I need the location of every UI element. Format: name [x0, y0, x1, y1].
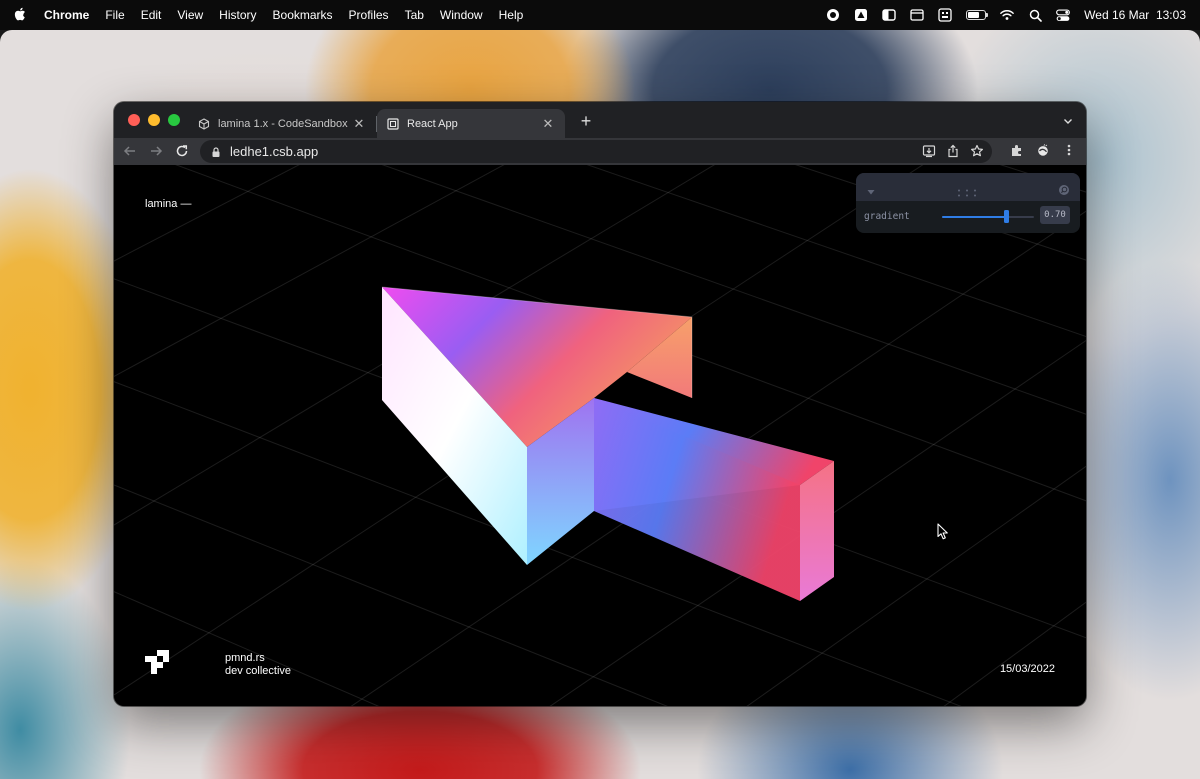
footer-site[interactable]: pmnd.rs: [225, 652, 291, 665]
fullscreen-window-button[interactable]: [168, 114, 180, 126]
toolbar-right-actions: [1010, 143, 1076, 157]
minimize-window-button[interactable]: [148, 114, 160, 126]
install-icon[interactable]: [922, 144, 936, 158]
react-favicon: [387, 117, 399, 130]
share-icon[interactable]: [946, 144, 960, 158]
gradient-slider-fill: [942, 216, 1007, 218]
menu-profiles[interactable]: Profiles: [349, 8, 389, 22]
bookmark-star-icon[interactable]: [970, 144, 984, 158]
menu-bookmarks[interactable]: Bookmarks: [273, 8, 333, 22]
gradient-value-input[interactable]: 0.70: [1040, 206, 1070, 224]
back-button[interactable]: [122, 143, 138, 159]
close-tab-icon[interactable]: ✕: [541, 116, 555, 132]
reload-button[interactable]: [174, 143, 190, 159]
lock-icon[interactable]: [210, 146, 222, 158]
controls-panel-header[interactable]: [856, 173, 1080, 201]
battery-icon[interactable]: [966, 10, 989, 20]
apple-icon[interactable]: [14, 7, 26, 24]
browser-toolbar: ledhe1.csb.app: [114, 138, 1086, 165]
tab-title: lamina 1.x - CodeSandbox: [218, 117, 348, 130]
gradient-arrow-3d: [381, 286, 834, 601]
gradient-label: gradient: [864, 211, 910, 222]
sidebar-icon[interactable]: [882, 8, 896, 22]
forward-button[interactable]: [148, 143, 164, 159]
tab-strip: lamina 1.x - CodeSandbox ✕ React App ✕ +: [114, 102, 1086, 138]
gradient-slider-thumb[interactable]: [1003, 210, 1009, 223]
menu-help[interactable]: Help: [499, 8, 524, 22]
close-tab-icon[interactable]: ✕: [352, 116, 366, 132]
window-icon[interactable]: [910, 8, 924, 22]
kebab-menu-icon[interactable]: [1062, 143, 1076, 157]
screen-record-icon[interactable]: [826, 8, 840, 22]
tab-search-icon[interactable]: [1062, 114, 1074, 132]
address-bar[interactable]: ledhe1.csb.app: [200, 140, 992, 163]
extensions-icon[interactable]: [1010, 143, 1024, 157]
menubar-status-area: Wed 16 Mar 13:03: [826, 8, 1186, 22]
codesandbox-favicon: [198, 117, 210, 130]
menu-file[interactable]: File: [105, 8, 124, 22]
menu-window[interactable]: Window: [440, 8, 483, 22]
footer-date: 15/03/2022: [999, 663, 1055, 675]
gradient-slider[interactable]: [942, 210, 1034, 223]
control-center-icon[interactable]: [1056, 8, 1071, 22]
omnibox-actions: [922, 144, 984, 158]
search-icon[interactable]: [1058, 181, 1070, 195]
menu-tab[interactable]: Tab: [405, 8, 424, 22]
footer-credit: pmnd.rs dev collective: [225, 652, 291, 678]
menubar-clock[interactable]: Wed 16 Mar 13:03: [1084, 8, 1186, 22]
menu-app-name[interactable]: Chrome: [44, 8, 89, 22]
pmndrs-logo: [145, 650, 169, 674]
close-window-button[interactable]: [128, 114, 140, 126]
drive-icon[interactable]: [854, 8, 868, 22]
collapse-triangle-icon[interactable]: [866, 182, 876, 195]
tab-title: React App: [407, 117, 458, 130]
new-tab-button[interactable]: +: [576, 111, 596, 132]
macos-menubar: Chrome File Edit View History Bookmarks …: [0, 0, 1200, 30]
drag-handle-icon[interactable]: [956, 183, 978, 197]
menu-view[interactable]: View: [177, 8, 203, 22]
tab-codesandbox[interactable]: lamina 1.x - CodeSandbox ✕: [188, 109, 376, 138]
wifi-icon[interactable]: [1000, 8, 1014, 22]
spotlight-icon[interactable]: [1028, 8, 1042, 22]
url-text: ledhe1.csb.app: [230, 144, 319, 159]
window-controls: [128, 114, 180, 126]
profile-icon[interactable]: [1036, 143, 1050, 157]
menu-edit[interactable]: Edit: [141, 8, 162, 22]
controls-panel: gradient 0.70: [856, 173, 1080, 233]
mouse-cursor-icon: [937, 523, 948, 540]
browser-window: lamina 1.x - CodeSandbox ✕ React App ✕ +: [114, 102, 1086, 706]
keyboard-icon[interactable]: [938, 8, 952, 22]
tab-react-app[interactable]: React App ✕: [377, 109, 565, 138]
menu-history[interactable]: History: [219, 8, 256, 22]
footer-tagline: dev collective: [225, 665, 292, 677]
webgl-canvas[interactable]: lamina — gradient 0.70 pmnd.rs dev colle…: [114, 165, 1086, 706]
